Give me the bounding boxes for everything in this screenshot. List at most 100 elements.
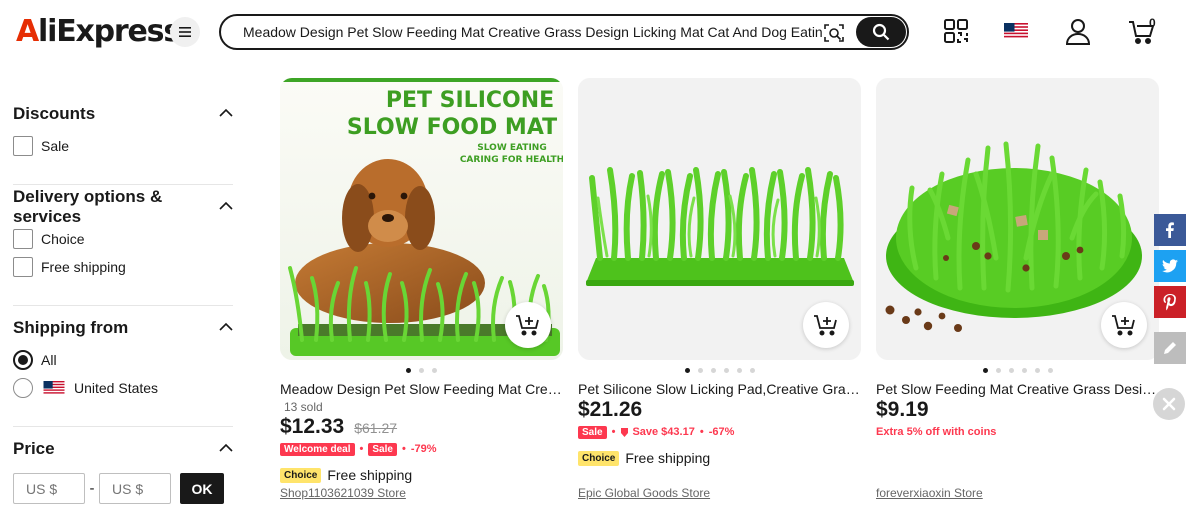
filter-sidebar: Discounts Sale Delivery options & servic… [13, 96, 233, 504]
filter-option-label: Free shipping [41, 259, 126, 275]
filter-option-label: Choice [41, 231, 85, 247]
product-card[interactable]: Pet Slow Feeding Mat Creative Grass Desi… [876, 78, 1159, 500]
add-to-cart-button[interactable] [803, 302, 849, 348]
image-headline-1: PET SILICONE [386, 88, 554, 113]
price-ok-button[interactable]: OK [180, 473, 224, 504]
filter-price-title[interactable]: Price [13, 431, 233, 467]
store-link[interactable]: foreverxiaoxin Store [876, 486, 983, 500]
image-carousel-dots [280, 360, 563, 380]
filter-shipping-title[interactable]: Shipping from [13, 310, 233, 346]
product-image[interactable] [876, 78, 1159, 360]
product-image[interactable]: PET SILICONE SLOW FOOD MAT SLOW EATING C… [280, 78, 563, 360]
chevron-up-icon[interactable] [219, 443, 233, 452]
carousel-dot[interactable] [697, 367, 703, 373]
close-share-button[interactable] [1153, 388, 1185, 420]
shipping-info: Choice Free shipping [578, 448, 861, 468]
separator-dot: • [611, 426, 616, 438]
filter-option-united-states[interactable]: United States [13, 374, 233, 402]
carousel-dot[interactable] [749, 367, 755, 373]
add-to-cart-icon [516, 315, 539, 336]
promo-tags: Welcome deal • Sale • -79% [280, 441, 563, 457]
us-flag-icon[interactable] [1004, 23, 1028, 39]
filter-delivery-title[interactable]: Delivery options & services [13, 187, 233, 226]
checkbox[interactable] [13, 229, 33, 249]
chevron-up-icon[interactable] [219, 322, 233, 331]
camera-search-icon[interactable] [823, 22, 845, 44]
share-facebook-button[interactable] [1154, 214, 1186, 246]
carousel-dot[interactable] [710, 367, 716, 373]
aliexpress-logo[interactable]: AliExpress [16, 14, 181, 49]
add-to-cart-icon [814, 315, 837, 336]
price-max-input[interactable] [99, 473, 171, 504]
product-title[interactable]: Meadow Design Pet Slow Feeding Mat Creat… [280, 380, 563, 398]
menu-icon [179, 27, 191, 37]
carousel-dot[interactable] [1008, 367, 1014, 373]
product-card[interactable]: Pet Silicone Slow Licking Pad,Creative G… [578, 78, 861, 500]
carousel-dot[interactable] [684, 367, 690, 373]
product-title[interactable]: Pet Slow Feeding Mat Creative Grass Desi… [876, 380, 1159, 398]
carousel-dot[interactable] [982, 367, 988, 373]
pinterest-icon [1163, 294, 1176, 311]
price-min-input[interactable] [13, 473, 85, 504]
checkbox[interactable] [13, 136, 33, 156]
carousel-dot[interactable] [419, 367, 424, 373]
site-header: AliExpress Meadow Design Pet Slow Feedin… [0, 0, 1200, 64]
carousel-dot[interactable] [1047, 367, 1053, 373]
chevron-up-icon[interactable] [219, 201, 233, 210]
carousel-dot[interactable] [432, 367, 437, 373]
facebook-icon [1166, 222, 1174, 238]
image-carousel-dots [876, 360, 1159, 380]
qr-code-icon[interactable] [943, 18, 969, 44]
search-button[interactable] [856, 17, 906, 47]
checkbox[interactable] [13, 257, 33, 277]
menu-button[interactable] [170, 17, 200, 47]
carousel-dot[interactable] [736, 367, 742, 373]
price-line: $12.33 $61.27 [280, 415, 563, 441]
filter-option-choice[interactable]: Choice [13, 225, 233, 253]
filter-option-free-shipping[interactable]: Free shipping [13, 253, 233, 281]
coins-discount: Extra 5% off with coins [876, 426, 997, 438]
price-line: $9.19 [876, 398, 1159, 424]
close-icon [1162, 397, 1176, 411]
price-line: $21.26 [578, 398, 861, 424]
price-dash: - [89, 480, 95, 497]
add-to-cart-button[interactable] [1101, 302, 1147, 348]
add-to-cart-button[interactable] [505, 302, 551, 348]
discount-percent: -67% [708, 426, 735, 438]
filter-shipping-from: Shipping from All United States [13, 305, 233, 426]
carousel-dot[interactable] [1021, 367, 1027, 373]
product-card[interactable]: PET SILICONE SLOW FOOD MAT SLOW EATING C… [280, 78, 563, 500]
filter-option-label: All [41, 352, 57, 368]
filter-option-label: United States [74, 380, 159, 396]
chevron-up-icon[interactable] [219, 108, 233, 117]
share-twitter-button[interactable] [1154, 250, 1186, 282]
save-tag-icon [621, 427, 629, 437]
sale-badge: Sale [368, 442, 397, 456]
product-image[interactable] [578, 78, 861, 360]
promo-tags: Extra 5% off with coins [876, 424, 1159, 440]
radio[interactable] [13, 378, 33, 398]
search-bar [219, 14, 909, 50]
choice-badge: Choice [578, 450, 620, 466]
carousel-dot[interactable] [723, 367, 729, 373]
edit-icon [1164, 342, 1176, 354]
product-title[interactable]: Pet Silicone Slow Licking Pad,Creative G… [578, 380, 861, 398]
search-input[interactable] [243, 18, 823, 46]
choice-badge: Choice [280, 467, 322, 483]
filter-option-all[interactable]: All [13, 346, 233, 374]
filter-option-sale[interactable]: Sale [13, 132, 233, 160]
filter-discounts-title[interactable]: Discounts [13, 96, 233, 132]
us-flag-icon [43, 381, 65, 395]
user-icon[interactable] [1065, 18, 1091, 46]
store-link[interactable]: Epic Global Goods Store [578, 486, 710, 500]
share-edit-button[interactable] [1154, 332, 1186, 364]
carousel-dot[interactable] [995, 367, 1001, 373]
carousel-dot[interactable] [406, 367, 411, 373]
original-price: $61.27 [354, 420, 398, 436]
shipping-info: Choice Free shipping [280, 465, 563, 485]
radio-selected[interactable] [13, 350, 33, 370]
discount-percent: -79% [410, 443, 437, 455]
share-pinterest-button[interactable] [1154, 286, 1186, 318]
store-link[interactable]: Shop1103621039 Store [280, 486, 406, 500]
carousel-dot[interactable] [1034, 367, 1040, 373]
